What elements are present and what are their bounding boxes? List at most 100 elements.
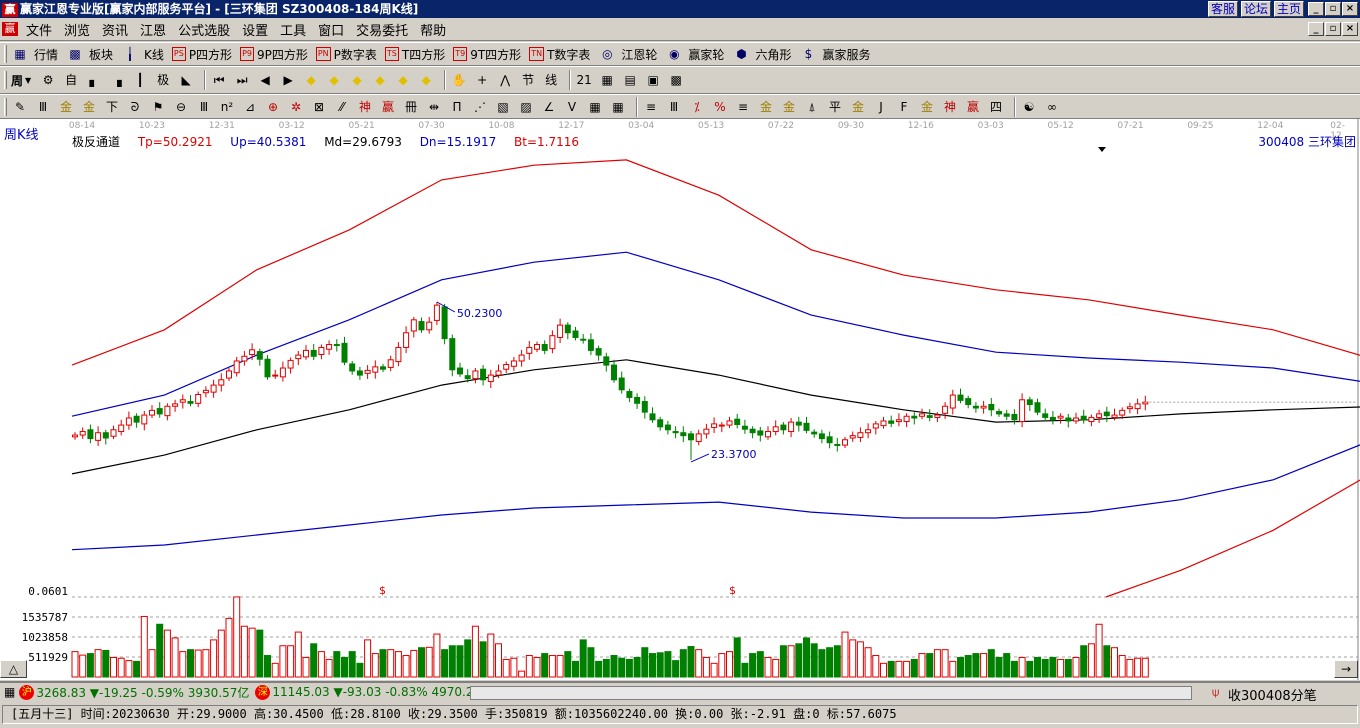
volume-bar [140, 615, 148, 678]
band-bt-line [1105, 479, 1360, 598]
volume-bar [795, 643, 803, 678]
candle-body [264, 358, 271, 378]
volume-bar [348, 651, 356, 678]
candle-body [303, 349, 309, 358]
volume-bar [957, 656, 964, 678]
candle-body [1096, 413, 1103, 418]
candle-body [149, 409, 155, 416]
volume-bar [818, 649, 826, 678]
volume-bar [548, 655, 556, 678]
volume-bar [410, 649, 418, 678]
antenna-icon: ⍦ [1212, 685, 1220, 699]
candle-body [295, 354, 302, 360]
quote-detail-bar: [五月十三] 时间:20230630 开:29.9000 高:30.4500 低… [2, 705, 1358, 724]
candle-body [780, 424, 787, 431]
candle-body [333, 344, 340, 347]
candle-body [1134, 403, 1141, 410]
volume-bar [264, 655, 271, 678]
candle-body [495, 370, 502, 376]
candle-body [811, 431, 818, 435]
candle-body [418, 321, 425, 331]
candle-body [664, 424, 671, 431]
candle-body [526, 346, 533, 354]
quote-table-icon[interactable]: ▦ [4, 685, 15, 699]
volume-bar [341, 656, 348, 678]
volume-bar [1064, 658, 1072, 678]
candle-body [880, 420, 887, 427]
volume-bar [317, 651, 325, 678]
volume-bar [518, 670, 526, 678]
volume-bar [102, 649, 110, 678]
scroll-right-button[interactable]: → [1334, 660, 1358, 678]
volume-bar [225, 617, 233, 678]
candle-body [410, 319, 417, 332]
volume-bar [1018, 656, 1026, 678]
toggle-panel-button[interactable]: △ [0, 660, 27, 678]
volume-bar [926, 653, 934, 678]
volume-bar [579, 639, 587, 678]
volume-bar [210, 639, 218, 678]
horizontal-scrollbar[interactable] [470, 686, 1192, 700]
candle-body [457, 367, 463, 375]
candle-body [834, 443, 841, 446]
volume-bar [625, 658, 633, 678]
candle-body [965, 398, 972, 405]
candle-body [972, 405, 979, 409]
candle-body [541, 344, 548, 351]
candle-body [680, 432, 687, 437]
volume-bar [949, 660, 957, 678]
volume-bar [256, 629, 264, 678]
dollar-mark: $ [379, 584, 386, 597]
volume-bar [471, 625, 479, 678]
volume-axis-label: 1023858 [21, 631, 68, 644]
volume-bar [1126, 658, 1134, 678]
candle-body [387, 359, 394, 368]
candle-body [803, 422, 810, 431]
candle-body [749, 428, 756, 434]
candle-body [480, 368, 487, 381]
candle-body [1026, 399, 1033, 405]
candle-body [241, 355, 248, 362]
candle-body [649, 413, 656, 421]
volume-bar [1087, 643, 1095, 678]
volume-bar [233, 596, 241, 678]
candle-body [426, 321, 433, 331]
volume-bar [1134, 657, 1142, 678]
volume-bar [833, 645, 841, 678]
candle-body [441, 306, 448, 340]
candle-body [657, 419, 664, 428]
volume-bar [1057, 658, 1065, 678]
candle-body [534, 344, 540, 350]
volume-bar [1072, 656, 1080, 678]
candle-body [156, 408, 163, 415]
volume-bar [495, 643, 502, 678]
volume-bar [787, 645, 795, 678]
volume-bar [1103, 645, 1111, 678]
volume-bar [564, 651, 572, 678]
candle-body [380, 366, 386, 370]
volume-bar [718, 653, 726, 678]
candle-body [503, 364, 510, 370]
volume-bar [887, 660, 895, 678]
candle-body [102, 432, 109, 439]
candle-body [472, 370, 479, 380]
volume-bar [510, 657, 518, 678]
band-up-line [71, 251, 1360, 417]
candle-body [618, 377, 625, 391]
volume-bar [310, 643, 318, 678]
candle-body [326, 344, 333, 350]
volume-bar [995, 656, 1003, 678]
candle-body [218, 379, 225, 386]
candle-body [895, 419, 902, 423]
volume-bar [618, 657, 626, 678]
candle-body [287, 359, 294, 369]
candle-body [949, 394, 956, 409]
candle-body [210, 384, 217, 393]
volume-bar [441, 649, 449, 678]
candle-body [310, 349, 317, 357]
candle-body [172, 403, 179, 407]
volume-bar [1095, 623, 1103, 678]
candle-body [187, 401, 194, 404]
volume-bar [271, 662, 279, 678]
volume-bar [572, 660, 579, 678]
